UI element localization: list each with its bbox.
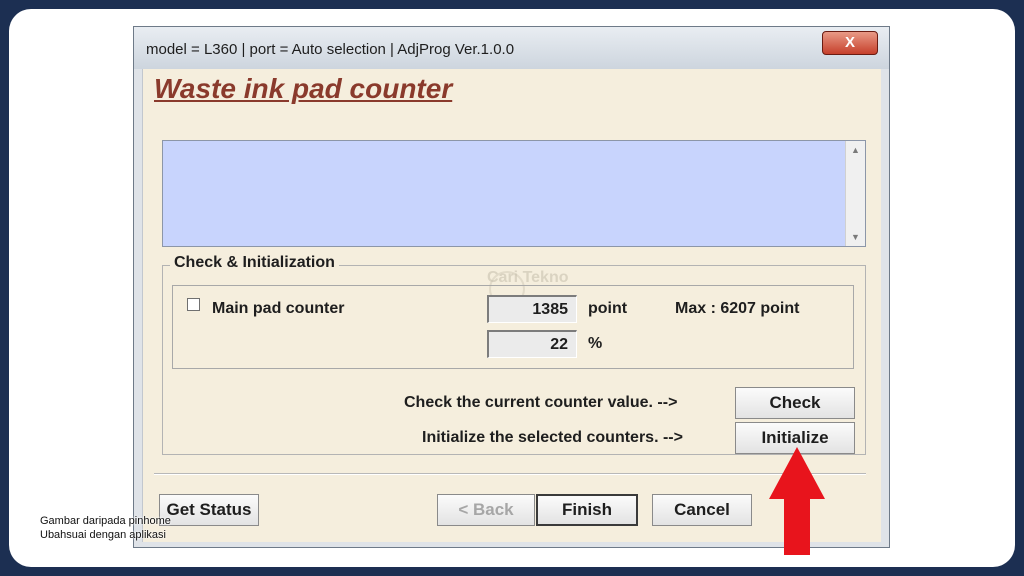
get-status-button[interactable]: Get Status bbox=[159, 494, 259, 526]
point-value-field: 1385 bbox=[487, 295, 577, 323]
image-credit-line-2: Ubahsuai dengan aplikasi bbox=[40, 529, 166, 541]
log-scrollbar[interactable]: ▲ ▼ bbox=[845, 141, 865, 246]
cancel-button[interactable]: Cancel bbox=[652, 494, 752, 526]
log-output-area[interactable]: ▲ ▼ bbox=[162, 140, 866, 247]
main-pad-counter-checkbox[interactable] bbox=[187, 298, 200, 311]
scroll-down-arrow-icon[interactable]: ▼ bbox=[851, 232, 860, 242]
title-bar: model = L360 | port = Auto selection | A… bbox=[134, 27, 889, 69]
percent-value-field: 22 bbox=[487, 330, 577, 358]
check-button[interactable]: Check bbox=[735, 387, 855, 419]
main-pad-counter-label: Main pad counter bbox=[212, 300, 345, 317]
finish-button[interactable]: Finish bbox=[536, 494, 638, 526]
max-point-label: Max : 6207 point bbox=[675, 300, 800, 317]
group-legend: Check & Initialization bbox=[170, 254, 339, 272]
page-title: Waste ink pad counter bbox=[154, 73, 453, 104]
window-title: model = L360 | port = Auto selection | A… bbox=[146, 41, 515, 58]
scroll-up-arrow-icon[interactable]: ▲ bbox=[851, 145, 860, 155]
initialize-instruction: Initialize the selected counters. --> bbox=[422, 429, 683, 446]
close-icon: X bbox=[844, 34, 855, 51]
back-button[interactable]: < Back bbox=[437, 494, 535, 526]
red-up-arrow-icon bbox=[769, 447, 825, 555]
close-button[interactable]: X bbox=[822, 31, 878, 55]
percent-unit-label: % bbox=[588, 335, 603, 352]
footer-separator bbox=[154, 473, 866, 475]
image-credit-line-1: Gambar daripada pinhome bbox=[40, 515, 171, 527]
point-unit-label: point bbox=[588, 300, 628, 317]
check-instruction: Check the current counter value. --> bbox=[404, 394, 678, 411]
